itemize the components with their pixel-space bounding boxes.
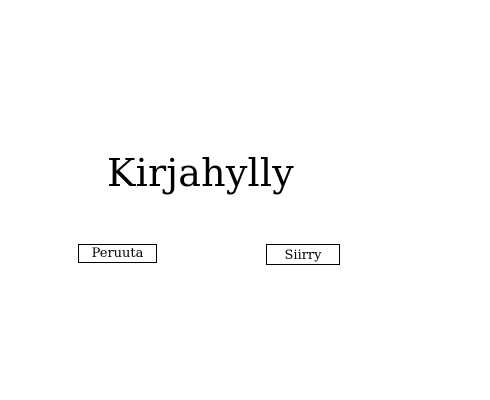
page-title: Kirjahylly (107, 151, 294, 195)
cancel-button[interactable]: Peruuta (78, 244, 157, 263)
go-button[interactable]: Siirry (266, 244, 340, 265)
dialog-page: Kirjahylly Peruuta Siirry (0, 0, 490, 400)
